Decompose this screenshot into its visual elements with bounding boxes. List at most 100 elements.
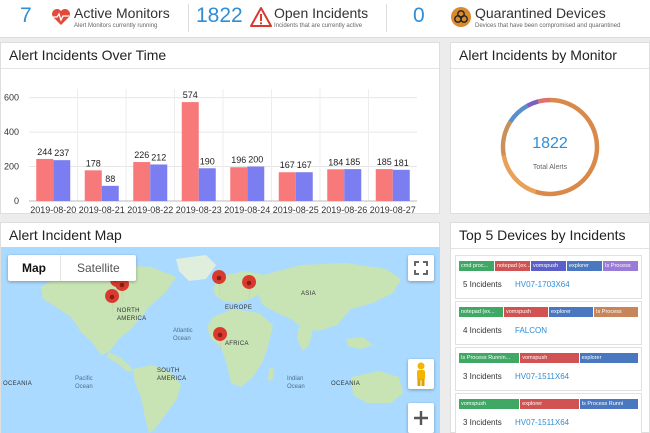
stat-quarantined-devices[interactable]: 0 Quarantined Devices Devices that have … — [390, 0, 650, 36]
bar — [392, 169, 410, 201]
device-name-link[interactable]: HV07-1703X64 — [515, 280, 570, 289]
incident-segment[interactable]: Is Process — [594, 307, 639, 317]
bar-value-label: 237 — [54, 148, 69, 158]
incident-segment[interactable]: Is Process Runni — [579, 399, 639, 409]
incident-segment[interactable]: Is Process Runnin... — [459, 353, 521, 363]
x-tick-label: 2019-08-20 — [30, 205, 76, 214]
device-incident-count: 4 Incidents — [463, 326, 502, 335]
incident-segment[interactable]: vomspush — [459, 399, 521, 409]
incident-segment[interactable]: explorer — [579, 353, 639, 363]
bar-value-label: 178 — [86, 158, 101, 168]
bar-value-label: 196 — [231, 155, 246, 165]
bar — [101, 185, 119, 201]
donut-segment — [501, 155, 537, 194]
device-card[interactable]: vomspush explorer Is Process Runni 3 Incide… — [455, 393, 642, 433]
bar — [278, 172, 296, 201]
map-label-asia: ASIA — [301, 291, 316, 297]
incident-segment[interactable]: explorer — [567, 261, 603, 271]
incident-segment[interactable]: explorer — [549, 307, 594, 317]
bar-value-label: 190 — [200, 156, 215, 166]
x-tick-label: 2019-08-25 — [273, 205, 319, 214]
bar — [198, 168, 216, 201]
panel-divider — [451, 248, 649, 249]
stat-active-monitors[interactable]: 7 Active Monitors Alert Monitors current… — [0, 0, 185, 36]
y-tick-label: 600 — [4, 93, 19, 103]
y-tick-label: 200 — [4, 162, 19, 172]
device-incident-bar: Is Process Runnin... vomspush explorer — [459, 353, 639, 363]
bar — [53, 160, 71, 201]
device-card[interactable]: notepad (ex... vomspush explorer Is Process… — [455, 301, 642, 345]
bar — [375, 169, 393, 201]
fullscreen-button[interactable] — [408, 255, 434, 281]
map-label-atlantic: Atlantic Ocean — [173, 328, 193, 342]
panel-title: Alert Incidents by Monitor — [459, 47, 617, 63]
x-tick-label: 2019-08-26 — [321, 205, 367, 214]
active-monitors-label: Active Monitors — [74, 5, 170, 21]
bar — [84, 170, 102, 201]
panel-title: Top 5 Devices by Incidents — [459, 227, 626, 243]
device-incident-count: 3 Incidents — [463, 418, 502, 427]
incidents-over-time-panel: Alert Incidents Over Time 0 200 400 600 244 2… — [0, 42, 440, 214]
zoom-in-button[interactable] — [408, 403, 434, 433]
incident-segment[interactable]: vomspush — [531, 261, 567, 271]
map-label-indian: Indian Ocean — [287, 376, 305, 390]
bar-value-label: 200 — [248, 155, 263, 165]
bar-value-label: 184 — [328, 157, 343, 167]
bar — [181, 102, 199, 201]
device-card[interactable]: Is Process Runnin... vomspush explorer 3 In… — [455, 347, 642, 391]
quarantined-devices-label: Quarantined Devices — [475, 5, 606, 21]
donut-segment — [508, 103, 529, 124]
warning-triangle-icon — [250, 6, 272, 28]
device-incident-count: 5 Incidents — [463, 280, 502, 289]
satellite-view-button[interactable]: Satellite — [60, 255, 136, 281]
open-incidents-sub: Incidents that are currently active — [274, 23, 363, 29]
device-name-link[interactable]: HV07-1511X64 — [515, 418, 569, 427]
incident-segment[interactable]: vomspush — [504, 307, 549, 317]
incident-segment[interactable]: notepad (ex... — [495, 261, 531, 271]
stat-open-incidents[interactable]: 1822 Open Incidents Incidents that are c… — [190, 0, 390, 36]
bar-value-label: 181 — [394, 158, 409, 168]
incident-segment[interactable]: explorer — [520, 399, 580, 409]
device-name-link[interactable]: FALCON — [515, 326, 547, 335]
street-view-pegman[interactable] — [408, 359, 434, 389]
bar-chart: 0 200 400 600 244 237 2019-08-20 178 88 2019-08-2… — [4, 89, 417, 214]
bar-value-label: 167 — [280, 160, 295, 170]
map-label-africa: AFRICA — [225, 341, 249, 347]
bar-value-label: 574 — [183, 90, 198, 100]
active-monitors-count: 7 — [20, 4, 32, 27]
open-incidents-label: Open Incidents — [274, 5, 369, 21]
device-name-link[interactable]: HV07-1511X64 — [515, 372, 569, 381]
bar — [327, 169, 345, 201]
bar — [230, 167, 248, 201]
device-card[interactable]: cmd proc... notepad (ex... vomspush explore… — [455, 255, 642, 299]
stat-divider — [188, 4, 189, 32]
x-tick-label: 2019-08-27 — [370, 205, 416, 214]
world-map[interactable]: NORTH AMERICA SOUTH AMERICA EUROPE ASIA … — [1, 247, 440, 433]
incident-map-panel: Alert Incident Map NORTH AMERICA SOUTH A… — [0, 222, 440, 433]
x-tick-label: 2019-08-23 — [176, 205, 222, 214]
incident-segment[interactable]: cmd proc... — [459, 261, 495, 271]
top-devices-panel: Top 5 Devices by Incidents cmd proc... no… — [450, 222, 650, 433]
bar-value-label: 88 — [105, 174, 115, 184]
biohazard-icon — [450, 6, 472, 28]
donut-label: Total Alerts — [532, 164, 568, 171]
x-tick-label: 2019-08-22 — [127, 205, 173, 214]
stats-bar: 7 Active Monitors Alert Monitors current… — [0, 0, 650, 38]
map-label-europe: EUROPE — [225, 305, 253, 311]
panel-title: Alert Incident Map — [9, 227, 122, 243]
y-tick-label: 400 — [4, 127, 19, 137]
y-tick-label: 0 — [14, 196, 19, 206]
active-monitors-sub: Alert Monitors currently running — [74, 23, 158, 29]
incident-segment[interactable]: Is Process — [603, 261, 639, 271]
bar-value-label: 167 — [297, 160, 312, 170]
map-view-button[interactable]: Map — [8, 255, 60, 281]
incident-segment[interactable]: vomspush — [520, 353, 580, 363]
heart-pulse-icon — [50, 6, 72, 28]
bar-value-label: 185 — [345, 157, 360, 167]
bar — [36, 158, 54, 201]
bar-value-label: 185 — [377, 157, 392, 167]
incident-segment[interactable]: notepad (ex... — [459, 307, 504, 317]
panel-title: Alert Incidents Over Time — [9, 47, 167, 63]
pegman-icon — [417, 362, 425, 386]
bar — [295, 172, 313, 201]
